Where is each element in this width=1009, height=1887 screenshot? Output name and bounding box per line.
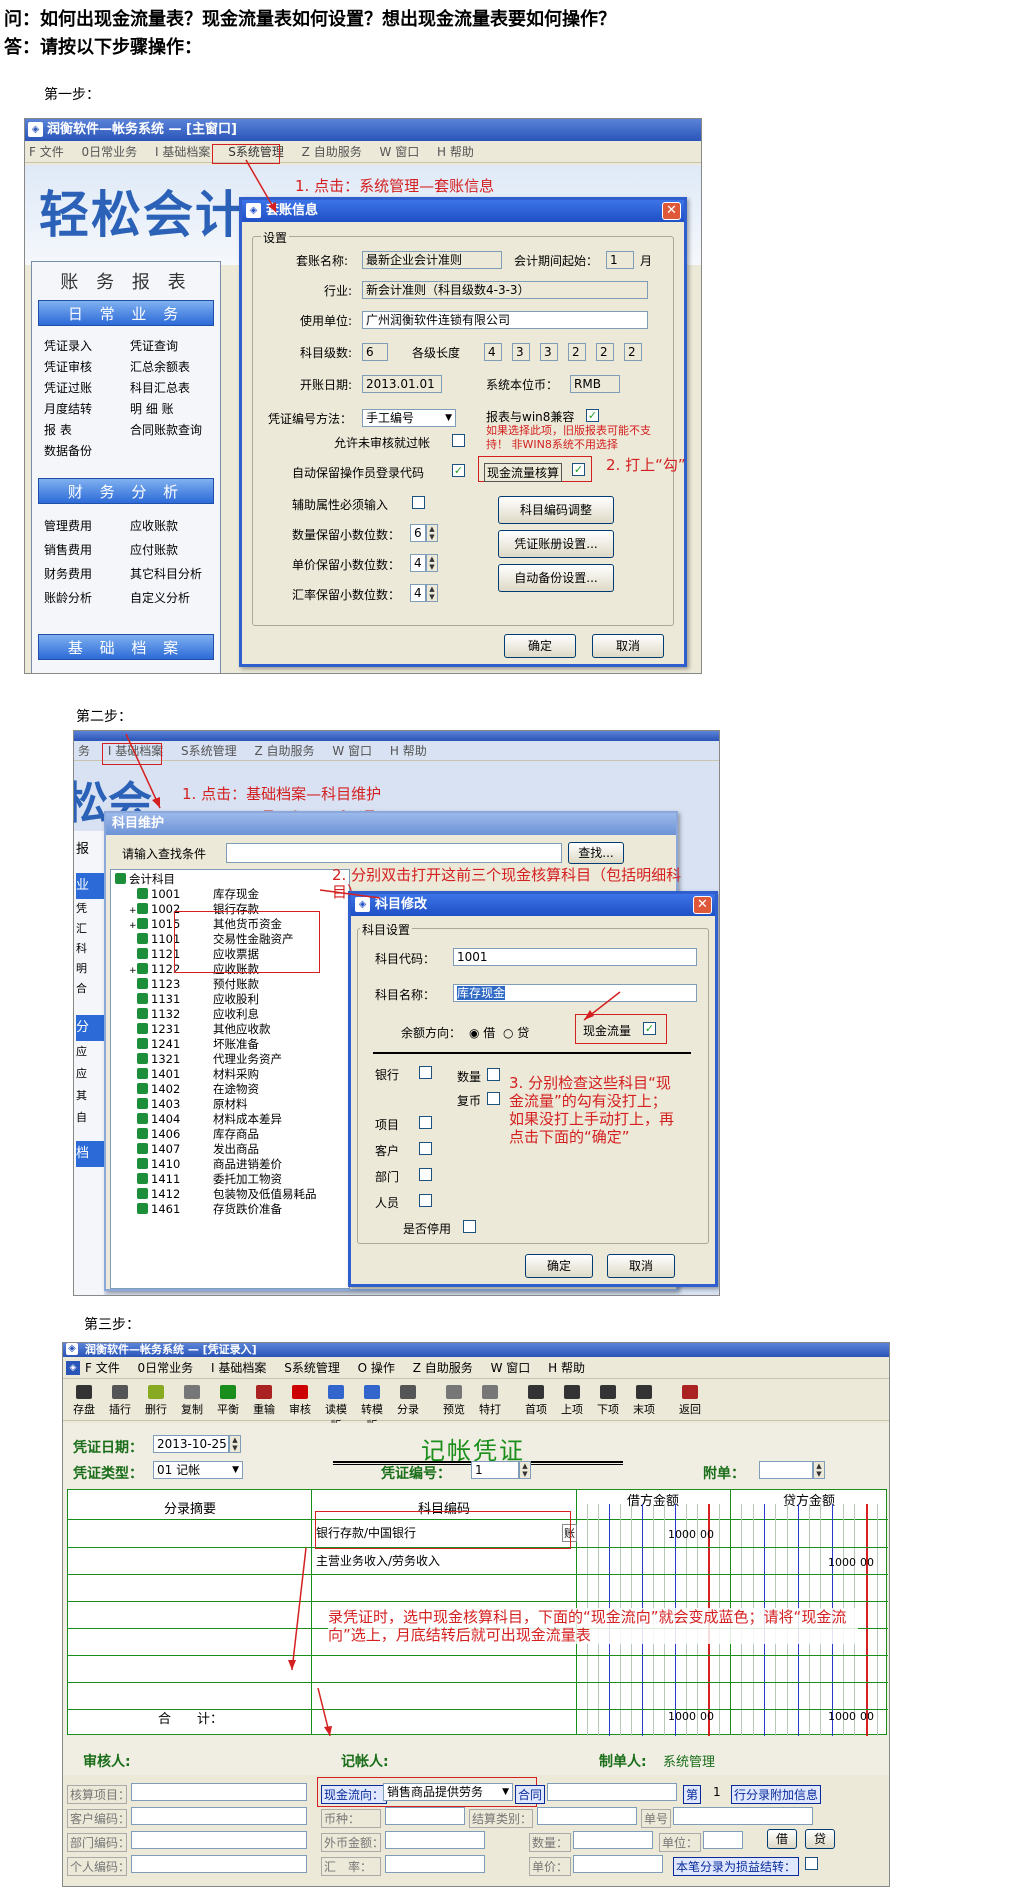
arrow-head bbox=[584, 1010, 594, 1020]
arrow-line bbox=[291, 1547, 307, 1671]
arrow-line bbox=[125, 733, 161, 809]
arrow-head bbox=[268, 202, 276, 212]
step2-arrows bbox=[125, 733, 621, 1021]
arrow-head bbox=[324, 1726, 332, 1736]
arrow-line bbox=[245, 159, 277, 213]
arrow-head bbox=[152, 797, 160, 808]
arrow-line bbox=[319, 889, 381, 899]
step3-arrows bbox=[288, 1547, 332, 1737]
arrow-head bbox=[288, 1660, 296, 1670]
step1-arrows bbox=[245, 159, 277, 213]
